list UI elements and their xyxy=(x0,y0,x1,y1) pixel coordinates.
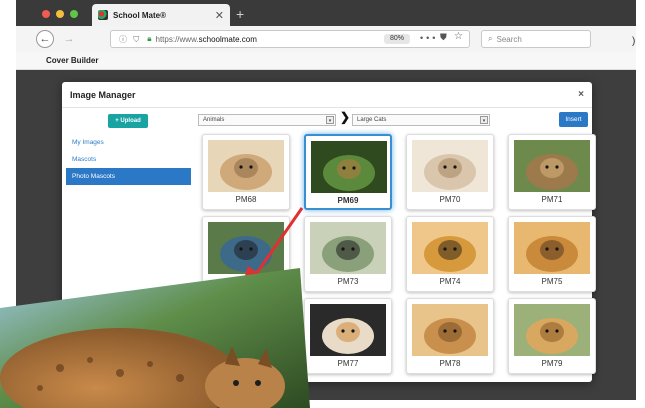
image-card[interactable]: PM73 xyxy=(304,216,392,292)
animal-thumbnail xyxy=(208,140,284,192)
animal-thumbnail xyxy=(514,140,590,192)
image-label: PM74 xyxy=(439,277,461,286)
subcategory-select[interactable]: Large Cats ▾ xyxy=(352,114,490,126)
new-tab-button[interactable]: + xyxy=(236,6,244,22)
modal-close-icon[interactable]: × xyxy=(578,89,584,100)
image-card[interactable]: PM74 xyxy=(406,216,494,292)
favicon-icon xyxy=(98,10,108,20)
chevron-down-icon: ▾ xyxy=(480,116,488,124)
image-card[interactable]: PM68 xyxy=(202,134,290,210)
image-label: PM79 xyxy=(541,359,563,368)
subcategory-select-value: Large Cats xyxy=(357,117,387,123)
bookmark-star-icon[interactable]: ☆ xyxy=(454,31,463,42)
chevron-right-icon: ❯ xyxy=(340,110,351,124)
image-label: PM70 xyxy=(439,195,461,204)
image-card[interactable]: PM79 xyxy=(508,298,596,374)
image-label: PM73 xyxy=(337,277,359,286)
minimize-window-button[interactable] xyxy=(56,10,64,18)
image-label: PM69 xyxy=(337,196,359,205)
url-host: schoolmate.com xyxy=(198,34,257,44)
upload-button[interactable]: + Upload xyxy=(108,114,148,128)
modal-header: Image Manager × xyxy=(62,82,592,108)
image-card[interactable]: PM70 xyxy=(406,134,494,210)
lock-icon: 🔒︎ xyxy=(147,34,152,43)
insert-button[interactable]: Insert xyxy=(559,112,588,127)
maximize-window-button[interactable] xyxy=(70,10,78,18)
image-card[interactable]: PM78 xyxy=(406,298,494,374)
site-info-icon[interactable]: ⓘ ⛉ xyxy=(119,34,141,45)
search-placeholder: Search xyxy=(496,34,522,44)
image-label: PM71 xyxy=(541,195,563,204)
sidebar-item-my-images[interactable]: My Images xyxy=(66,134,191,151)
navigation-bar: ← → ⓘ ⛉ 🔒︎ https://www. schoolmate.com 80… xyxy=(16,26,636,52)
animal-thumbnail xyxy=(412,304,488,356)
animal-thumbnail xyxy=(514,222,590,274)
sidebar-item-mascots[interactable]: Mascots xyxy=(66,151,191,168)
animal-thumbnail xyxy=(412,222,488,274)
pocket-icon[interactable]: ⛊ xyxy=(440,32,447,43)
page-actions-menu-icon[interactable]: ••• xyxy=(420,33,438,43)
forward-button[interactable]: → xyxy=(60,30,78,48)
image-card[interactable]: PM71 xyxy=(508,134,596,210)
close-window-button[interactable] xyxy=(42,10,50,18)
zoomed-preview-image xyxy=(0,268,310,408)
animal-thumbnail xyxy=(310,304,386,356)
image-card[interactable]: PM77 xyxy=(304,298,392,374)
browser-tab[interactable]: School Mate® ✕ xyxy=(92,4,230,26)
animal-thumbnail xyxy=(412,140,488,192)
image-label: PM77 xyxy=(337,359,359,368)
image-label: PM78 xyxy=(439,359,461,368)
zoom-level-badge[interactable]: 80% xyxy=(384,34,410,44)
window-controls xyxy=(42,10,78,18)
image-label: PM75 xyxy=(541,277,563,286)
image-card[interactable]: PM75 xyxy=(508,216,596,292)
window-edge-handle: ) xyxy=(632,36,636,47)
category-select-value: Animals xyxy=(203,117,225,123)
sidebar-item-photo-mascots[interactable]: Photo Mascots xyxy=(66,168,191,185)
animal-thumbnail xyxy=(514,304,590,356)
animal-thumbnail xyxy=(310,222,386,274)
search-icon: ⌕ xyxy=(488,34,493,43)
image-card[interactable]: PM69 xyxy=(304,134,392,210)
tab-close-icon[interactable]: ✕ xyxy=(215,9,224,22)
category-select[interactable]: Animals ▾ xyxy=(198,114,336,126)
chevron-down-icon: ▾ xyxy=(326,116,334,124)
animal-thumbnail xyxy=(311,141,387,193)
modal-title: Image Manager xyxy=(70,89,136,100)
image-source-sidebar: My Images Mascots Photo Mascots xyxy=(66,134,191,185)
tab-title: School Mate® xyxy=(113,10,167,20)
back-button[interactable]: ← xyxy=(36,30,54,48)
search-input[interactable]: ⌕ Search xyxy=(481,30,591,48)
address-bar[interactable]: ⓘ ⛉ 🔒︎ https://www. schoolmate.com xyxy=(110,30,470,48)
url-scheme: https://www. xyxy=(155,34,199,44)
app-header: Cover Builder xyxy=(16,52,636,70)
